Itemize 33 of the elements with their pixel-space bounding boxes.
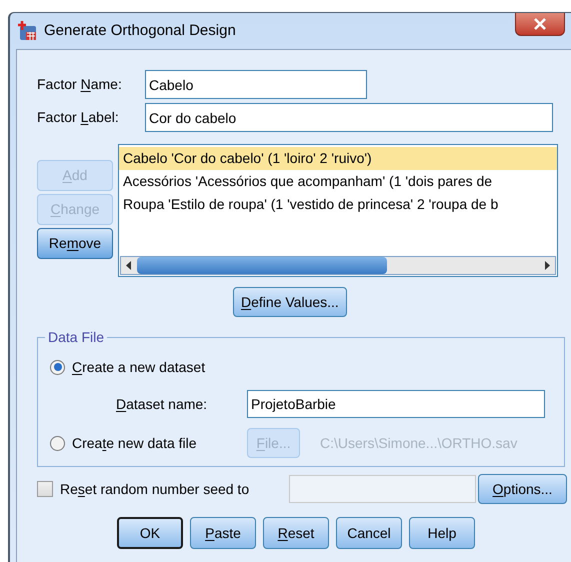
group-title: Data File [47,328,106,347]
close-button[interactable] [515,13,565,36]
radio-button[interactable] [50,436,65,450]
radio-button[interactable] [50,360,65,374]
factor-item[interactable]: Cabelo 'Cor do cabelo' (1 'loiro' 2 'ruivo') [119,147,557,170]
checkbox[interactable] [37,481,53,497]
factor-item[interactable]: Acessórios 'Acessórios que acompanham' (1 'dois pares de [119,170,557,193]
field-label: Factor Label: [37,108,120,127]
input-field[interactable]: ProjetoBarbie [247,390,545,418]
factor-item[interactable]: Roupa 'Estilo de roupa' (1 'vestido de princesa' 2 'roupa de b [119,193,557,216]
app-icon [16,20,38,42]
dialog-button[interactable]: Cancel [336,517,402,549]
input-field[interactable]: Cabelo [145,70,367,99]
close-icon [533,18,547,30]
radio-label: Create new data file [72,434,197,452]
radio-label: Create a new dataset [72,358,206,376]
file-path: C:\Users\Simone...\ORTHO.sav [320,434,518,452]
dialog-button[interactable]: Paste [190,517,256,549]
input-field[interactable]: Cor do cabelo [145,103,553,132]
dialog-button[interactable]: OK [117,517,183,549]
scrollbar-thumb[interactable] [137,257,387,274]
seed-field[interactable] [289,475,476,503]
factor-button[interactable]: Remove [37,228,113,259]
factor-list[interactable]: Cabelo 'Cor do cabelo' (1 'loiro' 2 'ruivo') Acessórios 'Acessórios que acompanham' (1 'dois pares de Roupa 'Estilo de roupa' (1 'vestido de princesa' 2 'roupa de b [118,144,558,277]
define-values-button[interactable]: Define Values... [233,287,347,317]
checkbox-label: Reset random number seed to [60,480,250,498]
dialog-button[interactable]: Reset [263,517,329,549]
options-button[interactable]: Options... [478,474,567,504]
window-title: Generate Orthogonal Design [44,20,236,41]
field-label: Dataset name: [116,394,208,414]
horizontal-scrollbar[interactable] [120,256,556,275]
dialog-button[interactable]: Help [409,517,475,549]
field-label: Factor Name: [37,75,123,94]
